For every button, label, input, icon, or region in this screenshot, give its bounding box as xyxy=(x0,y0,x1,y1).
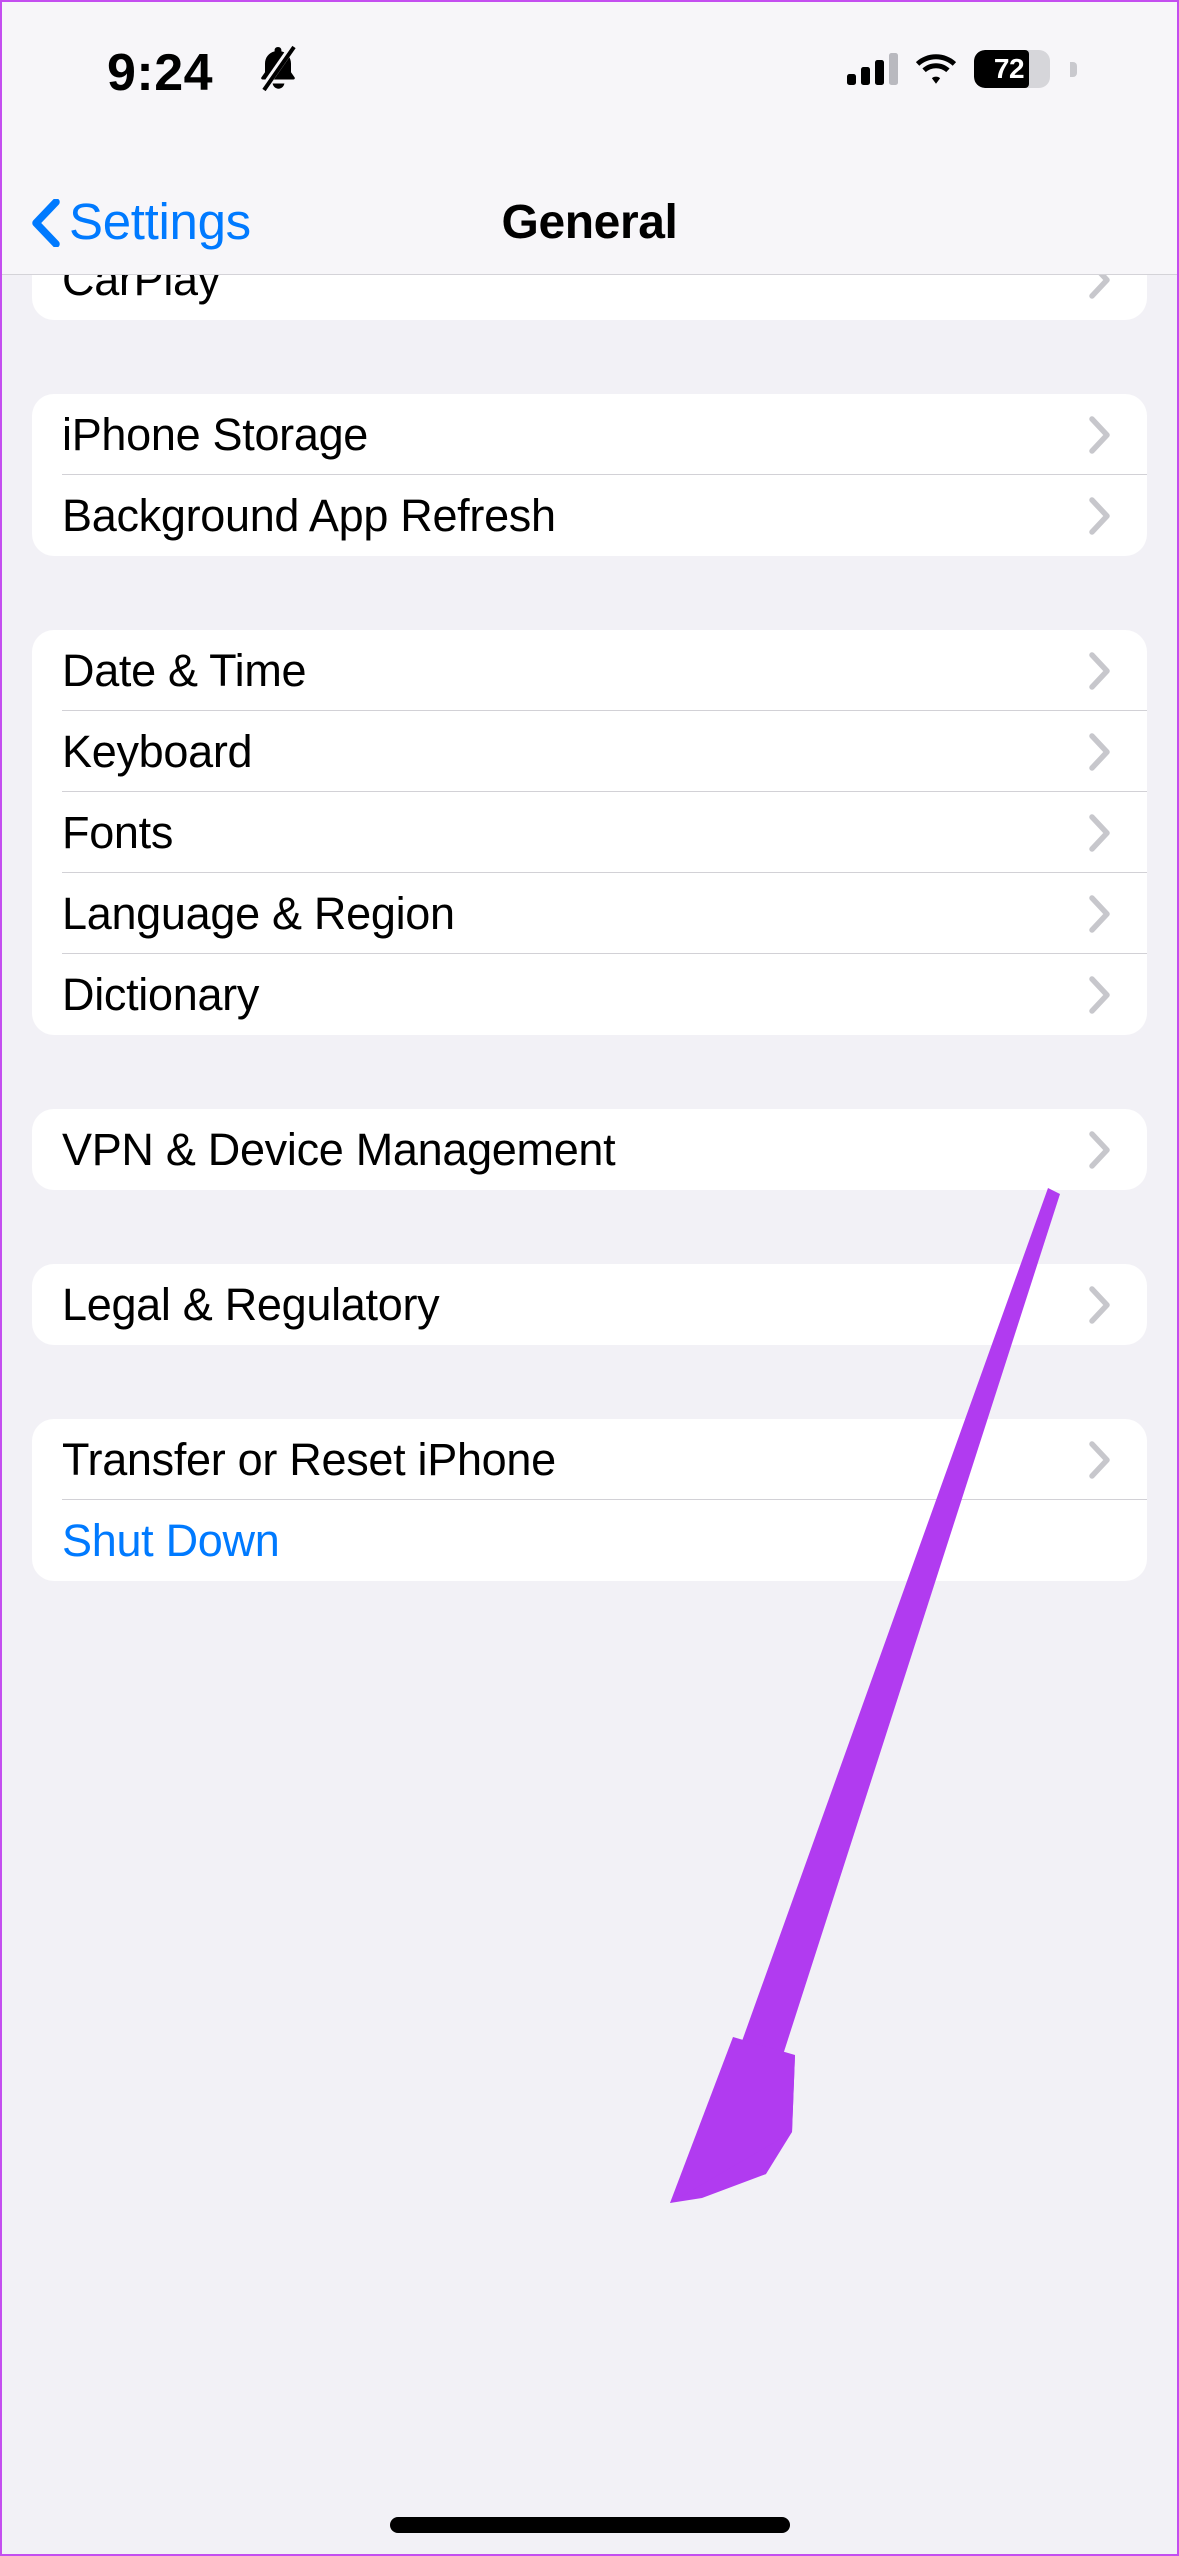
row-label: Transfer or Reset iPhone xyxy=(62,1434,556,1485)
chevron-right-icon xyxy=(1089,1285,1110,1324)
chevron-right-icon xyxy=(1089,732,1110,771)
group-storage: iPhone Storage Background App Refresh xyxy=(32,394,1147,556)
row-label: Dictionary xyxy=(62,969,260,1020)
row-label: Legal & Regulatory xyxy=(62,1279,440,1330)
row-date-and-time[interactable]: Date & Time xyxy=(32,630,1147,711)
row-label: iPhone Storage xyxy=(62,409,369,460)
group-legal: Legal & Regulatory xyxy=(32,1264,1147,1345)
row-fonts[interactable]: Fonts xyxy=(32,792,1147,873)
chevron-right-icon xyxy=(1089,975,1110,1014)
navigation-bar: Settings General xyxy=(2,170,1177,275)
bell-slash-icon xyxy=(260,43,296,92)
status-bar-time: 9:24 xyxy=(107,44,214,102)
group-vpn: VPN & Device Management xyxy=(32,1109,1147,1190)
iphone-screen: 9:24 72 Settings General CarPlay iPhone … xyxy=(0,0,1179,2556)
group-localization: Date & Time Keyboard Fonts Language & Regio… xyxy=(32,630,1147,1035)
chevron-right-icon xyxy=(1089,1440,1110,1479)
chevron-right-icon xyxy=(1089,894,1110,933)
settings-list[interactable]: CarPlay iPhone Storage Background App Refr… xyxy=(2,275,1177,2554)
group-carplay: CarPlay xyxy=(32,275,1147,320)
row-label: VPN & Device Management xyxy=(62,1124,616,1175)
row-language-and-region[interactable]: Language & Region xyxy=(32,873,1147,954)
battery-icon: 72 xyxy=(974,50,1050,88)
chevron-right-icon xyxy=(1089,275,1110,299)
home-indicator[interactable] xyxy=(389,2517,790,2533)
row-legal-and-regulatory[interactable]: Legal & Regulatory xyxy=(32,1264,1147,1345)
row-label: Fonts xyxy=(62,807,174,858)
chevron-right-icon xyxy=(1089,1130,1110,1169)
row-label: Background App Refresh xyxy=(62,490,556,541)
status-bar-indicators: 72 xyxy=(847,46,1077,92)
row-dictionary[interactable]: Dictionary xyxy=(32,954,1147,1035)
group-reset: Transfer or Reset iPhone Shut Down xyxy=(32,1419,1147,1581)
battery-cap-icon xyxy=(1070,61,1077,77)
row-label: Language & Region xyxy=(62,888,455,939)
chevron-right-icon xyxy=(1089,813,1110,852)
row-background-app-refresh[interactable]: Background App Refresh xyxy=(32,475,1147,556)
wifi-icon xyxy=(915,54,957,84)
row-shut-down[interactable]: Shut Down xyxy=(32,1500,1147,1581)
chevron-right-icon xyxy=(1089,496,1110,535)
row-label: Date & Time xyxy=(62,645,307,696)
chevron-right-icon xyxy=(1089,415,1110,454)
row-iphone-storage[interactable]: iPhone Storage xyxy=(32,394,1147,475)
row-transfer-or-reset-iphone[interactable]: Transfer or Reset iPhone xyxy=(32,1419,1147,1500)
status-bar: 9:24 72 xyxy=(2,2,1177,170)
row-keyboard[interactable]: Keyboard xyxy=(32,711,1147,792)
row-vpn-and-device-management[interactable]: VPN & Device Management xyxy=(32,1109,1147,1190)
battery-percentage: 72 xyxy=(993,53,1025,84)
cellular-signal-icon xyxy=(847,53,898,85)
row-carplay[interactable]: CarPlay xyxy=(32,275,1147,320)
page-title: General xyxy=(501,196,678,249)
row-label: Shut Down xyxy=(62,1515,280,1566)
row-label: CarPlay xyxy=(62,275,220,305)
chevron-right-icon xyxy=(1089,651,1110,690)
row-label: Keyboard xyxy=(62,726,253,777)
